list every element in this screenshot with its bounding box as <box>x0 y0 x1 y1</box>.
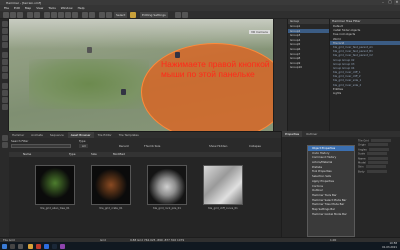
open-icon[interactable] <box>10 12 16 18</box>
select-mode-button[interactable]: Select <box>114 12 128 18</box>
filter-icon[interactable] <box>1 142 8 148</box>
properties-panel: Properties Outliner Tile Grid Origin Ang… <box>281 131 400 237</box>
character-model[interactable] <box>175 52 180 58</box>
property-list: Tile Grid Origin Angles Scale Name Model… <box>356 139 400 237</box>
asset-caption: tile_grid_alien_tree_01 <box>40 207 70 210</box>
entity-tool-icon[interactable] <box>1 59 8 65</box>
recent-label[interactable]: Recent <box>119 144 129 148</box>
bottom-left-strip <box>0 131 9 237</box>
outliner-tree: Hammer Tree Filter Default install folde… <box>329 19 400 131</box>
move-tool-icon[interactable] <box>1 28 8 34</box>
browser-icon[interactable] <box>36 243 41 249</box>
steam-icon[interactable] <box>52 243 57 249</box>
app-window: Hammer - [terrain.vmf] – □ ✕ File Edit M… <box>0 0 400 250</box>
window-title: Hammer - [terrain.vmf] <box>6 0 42 5</box>
tab-outliner[interactable]: Outliner <box>303 131 320 137</box>
redo-icon[interactable] <box>34 12 40 18</box>
new-icon[interactable] <box>3 12 9 18</box>
editing-settings-button[interactable]: Editing Settings <box>140 12 168 18</box>
annotation-text: Нажимаете правой кнопкой мыши по этой па… <box>161 59 270 79</box>
group-row[interactable]: Group10 <box>288 65 329 70</box>
property-row[interactable]: Body <box>356 169 400 174</box>
type-label: Type <box>79 139 86 143</box>
groups-panel: Group Group1 Group2 Group3 Group4 Group5… <box>287 19 329 131</box>
left-tool-strip <box>0 19 9 131</box>
folder-icon[interactable] <box>1 135 8 141</box>
compile-icon[interactable] <box>175 12 181 18</box>
search-input[interactable] <box>11 144 71 148</box>
grid-icon[interactable] <box>44 12 50 18</box>
search-label: Search Filter <box>11 139 29 143</box>
thumb-size-label[interactable]: Thumb Size <box>144 144 160 148</box>
collapse-button[interactable]: Collapse <box>249 144 261 148</box>
taskbar: 10:58 01.03.2021 <box>0 242 400 250</box>
local-icon[interactable] <box>82 12 88 18</box>
selection-highlight <box>141 43 273 131</box>
block-tool-icon[interactable] <box>1 52 8 58</box>
light-icon[interactable] <box>106 12 112 18</box>
asset-thumbnail[interactable] <box>91 165 131 205</box>
asset-thumbnail[interactable] <box>147 165 187 205</box>
save-icon[interactable] <box>17 12 23 18</box>
character-model[interactable] <box>121 89 126 95</box>
tile-tool-icon[interactable] <box>1 104 8 110</box>
viewport-label[interactable]: VR Camera <box>249 30 270 34</box>
texture-tool-icon[interactable] <box>1 83 8 89</box>
scale-tool-icon[interactable] <box>1 42 8 48</box>
run-icon[interactable] <box>182 12 188 18</box>
pivot-icon[interactable] <box>89 12 95 18</box>
visibility-column <box>273 19 287 131</box>
scale-icon[interactable] <box>72 12 78 18</box>
camera-icon[interactable] <box>99 12 105 18</box>
rotate-icon[interactable] <box>65 12 71 18</box>
asset-caption: tile_grid_rock_pile_01 <box>153 207 181 210</box>
app-icon[interactable] <box>44 243 49 249</box>
asset-thumbnail[interactable] <box>203 165 243 205</box>
main-toolbar: Select Editing Settings <box>0 11 400 19</box>
paint-tool-icon[interactable] <box>1 90 8 96</box>
properties-tabs: Properties Outliner <box>282 131 400 137</box>
path-tool-icon[interactable] <box>1 97 8 103</box>
asset-caption: tile_grid_crate_01 <box>99 207 123 210</box>
asset-caption: tile_grid_cliff_curve_01 <box>208 207 238 210</box>
start-icon[interactable] <box>2 243 7 249</box>
taskview-icon[interactable] <box>18 243 23 249</box>
terrain-hill <box>29 59 149 109</box>
undo-icon[interactable] <box>27 12 33 18</box>
hammer-icon[interactable] <box>60 243 65 249</box>
tree-item[interactable]: Lights <box>330 91 400 95</box>
explorer-icon[interactable] <box>28 243 33 249</box>
3d-viewport[interactable]: Нажимаете правой кнопкой мыши по этой па… <box>9 19 273 131</box>
tab-properties[interactable]: Properties <box>282 131 303 137</box>
type-select[interactable]: All <box>79 144 89 148</box>
filter-bar: Search Filter Type All Recent Thumb Size… <box>9 138 281 152</box>
clip-tool-icon[interactable] <box>1 66 8 72</box>
show-hidden-toggle[interactable]: Show Hidden <box>209 144 227 148</box>
search-icon[interactable] <box>10 243 15 249</box>
prop-model[interactable] <box>87 47 92 53</box>
tile-mode-icon[interactable] <box>130 12 136 18</box>
snap-icon[interactable] <box>51 12 57 18</box>
menu-item[interactable]: Hammer Global Mode Bar <box>308 212 354 217</box>
move-icon[interactable] <box>58 12 64 18</box>
rotate-tool-icon[interactable] <box>1 35 8 41</box>
vertex-tool-icon[interactable] <box>1 73 8 79</box>
clock-date: 01.03.2021 <box>382 246 397 249</box>
thumbnail-grid: tile_grid_alien_tree_01 tile_grid_crate_… <box>9 157 281 238</box>
clock[interactable]: 10:58 01.03.2021 <box>382 242 397 250</box>
asset-browser: Hammer Animate Sequence Asset Browser Ti… <box>9 131 281 237</box>
select-tool-icon[interactable] <box>1 21 8 27</box>
asset-thumbnail[interactable] <box>35 165 75 205</box>
context-menu: Object Properties Undo History Command H… <box>307 145 355 237</box>
